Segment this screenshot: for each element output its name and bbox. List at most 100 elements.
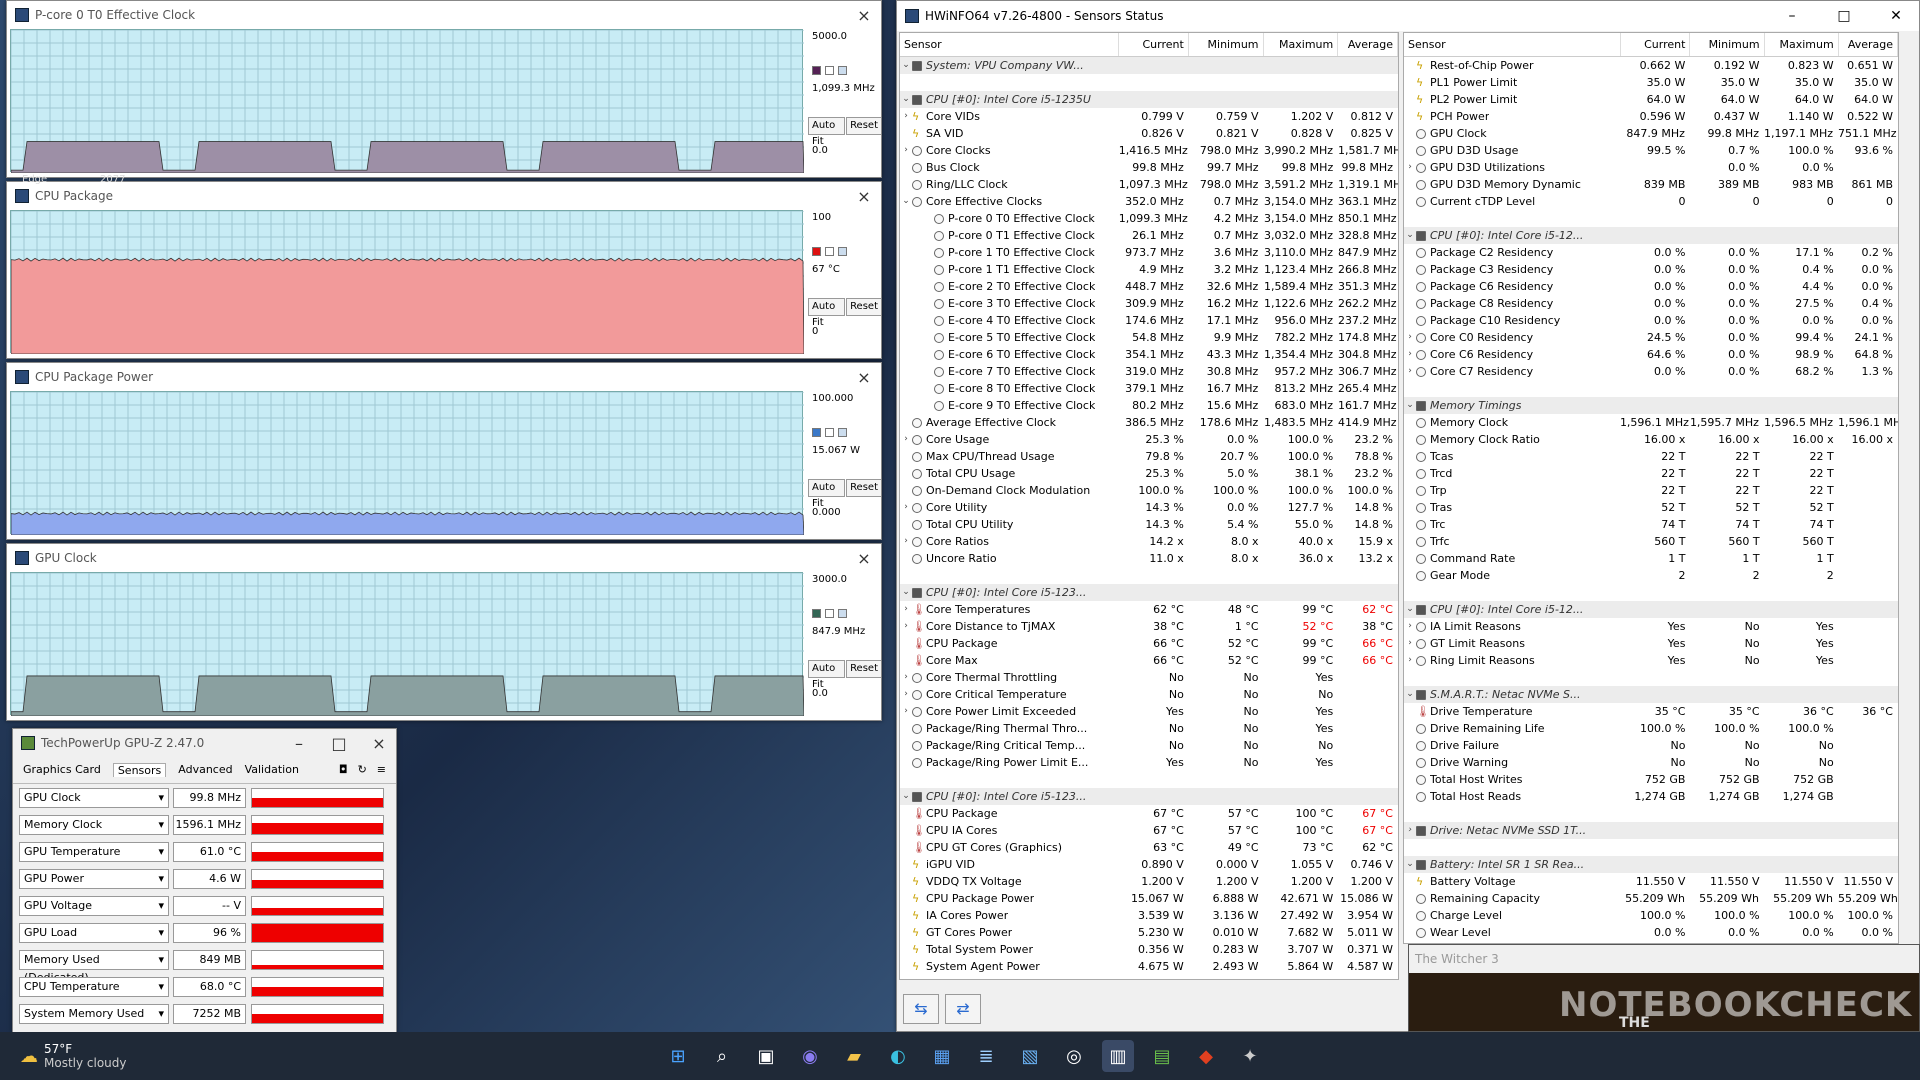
sensor-row[interactable]: › Core C0 Residency 24.5 % 0.0 % 99.4 % 24.1 … <box>1404 329 1898 346</box>
column-header[interactable]: Average <box>1338 33 1398 56</box>
sensor-row[interactable]: GPU D3D Memory Dynamic 839 MB 389 MB 983 MB… <box>1404 176 1898 193</box>
expand-icon[interactable]: › <box>1404 159 1416 176</box>
column-header[interactable]: Maximum <box>1264 33 1339 56</box>
series-option[interactable] <box>838 428 847 437</box>
auto-fit-button[interactable]: Auto Fit <box>808 660 846 690</box>
sensor-row[interactable]: E-core 3 T0 Effective Clock 309.9 MHz 16.2… <box>900 295 1398 312</box>
sensor-row[interactable]: P-core 0 T0 Effective Clock 1,099.3 MHz 4.… <box>900 210 1398 227</box>
expand-icon[interactable]: › <box>900 669 912 686</box>
sensor-select[interactable]: System Memory Used ▾ <box>19 1003 169 1024</box>
search-icon[interactable]: ⌕ <box>706 1040 738 1072</box>
column-header[interactable]: Current <box>1119 33 1189 56</box>
sensor-row[interactable]: Current cTDP Level 0 0 0 0 <box>1404 193 1898 210</box>
game-launcher-icon[interactable]: ◆ <box>1190 1040 1222 1072</box>
gpuz-tab[interactable]: Validation <box>245 763 299 777</box>
sensor-row[interactable]: › Core Ratios 14.2 x 8.0 x 40.0 x 15.9 x <box>900 533 1398 550</box>
sensor-row[interactable]: E-core 6 T0 Effective Clock 354.1 MHz 43.3… <box>900 346 1398 363</box>
sensor-group-row[interactable]: › Drive: Netac NVMe SSD 1T... <box>1404 822 1898 839</box>
sensor-row[interactable]: E-core 8 T0 Effective Clock 379.1 MHz 16.7… <box>900 380 1398 397</box>
camera-icon[interactable]: ◘ <box>339 763 348 777</box>
sensor-row[interactable]: ϟ CPU Package Power 15.067 W 6.888 W 42.671 … <box>900 890 1398 907</box>
series-option[interactable] <box>825 247 834 256</box>
sensor-row[interactable]: Max CPU/Thread Usage 79.8 % 20.7 % 100.0 % 7… <box>900 448 1398 465</box>
sensor-row[interactable]: 🌡︎ CPU Package 67 °C 57 °C 100 °C 67 °C <box>900 805 1398 822</box>
sensor-row[interactable]: › 🌡︎ Core Distance to TjMAX 38 °C 1 °C 52 °C 3… <box>900 618 1398 635</box>
reset-button[interactable]: Reset <box>846 479 881 497</box>
collapse-icon[interactable]: ⌄ <box>1404 686 1416 703</box>
sensor-row[interactable]: ϟ PL1 Power Limit 35.0 W 35.0 W 35.0 W 35.0 W <box>1404 74 1898 91</box>
sensor-row[interactable]: Trcd 22 T 22 T 22 T <box>1404 465 1898 482</box>
weather-widget[interactable]: ☁ 57°F Mostly cloudy <box>0 1042 180 1070</box>
column-header[interactable]: Average <box>1839 33 1898 56</box>
sensor-group-row[interactable]: ⌄ System: VPU Company VW... <box>900 57 1398 74</box>
sensor-row[interactable]: ϟ GT Cores Power 5.230 W 0.010 W 7.682 W 5.01… <box>900 924 1398 941</box>
series-color-swatch[interactable] <box>812 609 821 618</box>
series-option[interactable] <box>825 428 834 437</box>
expand-icon[interactable]: › <box>1404 329 1416 346</box>
sensor-row[interactable]: › Core C7 Residency 0.0 % 0.0 % 68.2 % 1.3 % <box>1404 363 1898 380</box>
sensor-row[interactable]: Total CPU Utility 14.3 % 5.4 % 55.0 % 14.8 % <box>900 516 1398 533</box>
column-header[interactable]: Minimum <box>1690 33 1765 56</box>
graph-window[interactable]: P-core 0 T0 Effective Clock × 5000.0 1,099.… <box>6 0 882 178</box>
expand-icon[interactable]: › <box>1404 822 1416 839</box>
sensor-row[interactable]: › Ring Limit Reasons Yes No Yes <box>1404 652 1898 669</box>
sensor-row[interactable]: ϟ System Agent Power 4.675 W 2.493 W 5.864 W… <box>900 958 1398 975</box>
collapse-icon[interactable]: ⌄ <box>1404 856 1416 873</box>
auto-fit-button[interactable]: Auto Fit <box>808 298 846 328</box>
graph-window[interactable]: CPU Package Power × 100.000 15.067 W Auto Fi… <box>6 362 882 540</box>
sensor-row[interactable]: E-core 2 T0 Effective Clock 448.7 MHz 32.6… <box>900 278 1398 295</box>
sensor-select[interactable]: Memory Clock ▾ <box>19 814 169 835</box>
sensor-row[interactable]: › Core Thermal Throttling No No Yes <box>900 669 1398 686</box>
sensor-group-row[interactable]: ⌄ CPU [#0]: Intel Core i5-12... <box>1404 227 1898 244</box>
auto-fit-button[interactable]: Auto Fit <box>808 479 846 509</box>
sensor-row[interactable]: Total Host Reads 1,274 GB 1,274 GB 1,274 GB <box>1404 788 1898 805</box>
sensor-row[interactable]: 🌡︎ Drive Temperature 35 °C 35 °C 36 °C 36 °C <box>1404 703 1898 720</box>
sensor-select[interactable]: GPU Temperature ▾ <box>19 841 169 862</box>
close-button[interactable]: ✕ <box>1873 8 1919 24</box>
expand-icon[interactable]: › <box>1404 363 1416 380</box>
hwinfo-taskbar-icon[interactable]: ▥ <box>1102 1040 1134 1072</box>
reset-button[interactable]: Reset <box>846 117 881 135</box>
reset-button[interactable]: Reset <box>846 298 881 316</box>
sensor-select[interactable]: Memory Used (Dedicated) ▾ <box>19 949 169 984</box>
sensor-row[interactable]: › Core Critical Temperature No No No <box>900 686 1398 703</box>
reset-button[interactable]: Reset <box>846 660 881 678</box>
gpuz-tab[interactable]: Graphics Card <box>23 763 101 777</box>
collapse-icon[interactable]: ⌄ <box>900 91 912 108</box>
hwinfo-window[interactable]: HWiNFO64 v7.26-4800 - Sensors Status – □… <box>896 0 1920 1032</box>
column-header[interactable]: Sensor <box>1404 33 1622 56</box>
sensor-row[interactable]: ϟ PCH Power 0.596 W 0.437 W 1.140 W 0.522 W <box>1404 108 1898 125</box>
sensor-row[interactable]: › Core Usage 25.3 % 0.0 % 100.0 % 23.2 % <box>900 431 1398 448</box>
column-header[interactable]: Minimum <box>1189 33 1264 56</box>
sensor-row[interactable]: Total Host Writes 752 GB 752 GB 752 GB <box>1404 771 1898 788</box>
minimize-button[interactable]: – <box>282 734 316 753</box>
sensor-row[interactable]: Command Rate 1 T 1 T 1 T <box>1404 550 1898 567</box>
sensor-row[interactable]: › Core Utility 14.3 % 0.0 % 127.7 % 14.8 % <box>900 499 1398 516</box>
minimize-button[interactable]: – <box>1769 8 1815 24</box>
sensor-row[interactable]: Total CPU Usage 25.3 % 5.0 % 38.1 % 23.2 % <box>900 465 1398 482</box>
expand-icon[interactable]: › <box>900 142 912 159</box>
sensor-row[interactable]: Package C6 Residency 0.0 % 0.0 % 4.4 % 0.0 % <box>1404 278 1898 295</box>
expand-icon[interactable]: › <box>1404 635 1416 652</box>
sensor-row[interactable]: ϟ Total System Power 0.356 W 0.283 W 3.707 W… <box>900 941 1398 958</box>
expand-icon[interactable]: › <box>900 499 912 516</box>
sensor-select[interactable]: GPU Power ▾ <box>19 868 169 889</box>
sensor-row[interactable]: Tras 52 T 52 T 52 T <box>1404 499 1898 516</box>
sensor-row[interactable]: › 🌡︎ Core Temperatures 62 °C 48 °C 99 °C 62 °C <box>900 601 1398 618</box>
sensor-row[interactable]: P-core 1 T1 Effective Clock 4.9 MHz 3.2 MH… <box>900 261 1398 278</box>
sensor-select[interactable]: CPU Temperature ▾ <box>19 976 169 997</box>
sensor-row[interactable]: On-Demand Clock Modulation 100.0 % 100.0 %… <box>900 482 1398 499</box>
sensor-row[interactable]: Drive Remaining Life 100.0 % 100.0 % 100.0 … <box>1404 720 1898 737</box>
sensor-row[interactable]: Average Effective Clock 386.5 MHz 178.6 MH… <box>900 414 1398 431</box>
sensor-row[interactable]: ⌄ Core Effective Clocks 352.0 MHz 0.7 MHz 3,… <box>900 193 1398 210</box>
close-button[interactable]: × <box>362 734 396 753</box>
sensor-row[interactable]: Trfc 560 T 560 T 560 T <box>1404 533 1898 550</box>
close-button[interactable]: × <box>847 187 881 206</box>
sensor-row[interactable]: Ring/LLC Clock 1,097.3 MHz 798.0 MHz 3,591.… <box>900 176 1398 193</box>
expand-icon[interactable]: › <box>1404 618 1416 635</box>
sensor-row[interactable]: Charge Level 100.0 % 100.0 % 100.0 % 100.0 % <box>1404 907 1898 924</box>
sensor-row[interactable]: P-core 0 T1 Effective Clock 26.1 MHz 0.7 M… <box>900 227 1398 244</box>
close-button[interactable]: × <box>847 6 881 25</box>
sensor-row[interactable]: ϟ VDDQ TX Voltage 1.200 V 1.200 V 1.200 V 1.2… <box>900 873 1398 890</box>
expand-icon[interactable]: › <box>900 108 912 125</box>
